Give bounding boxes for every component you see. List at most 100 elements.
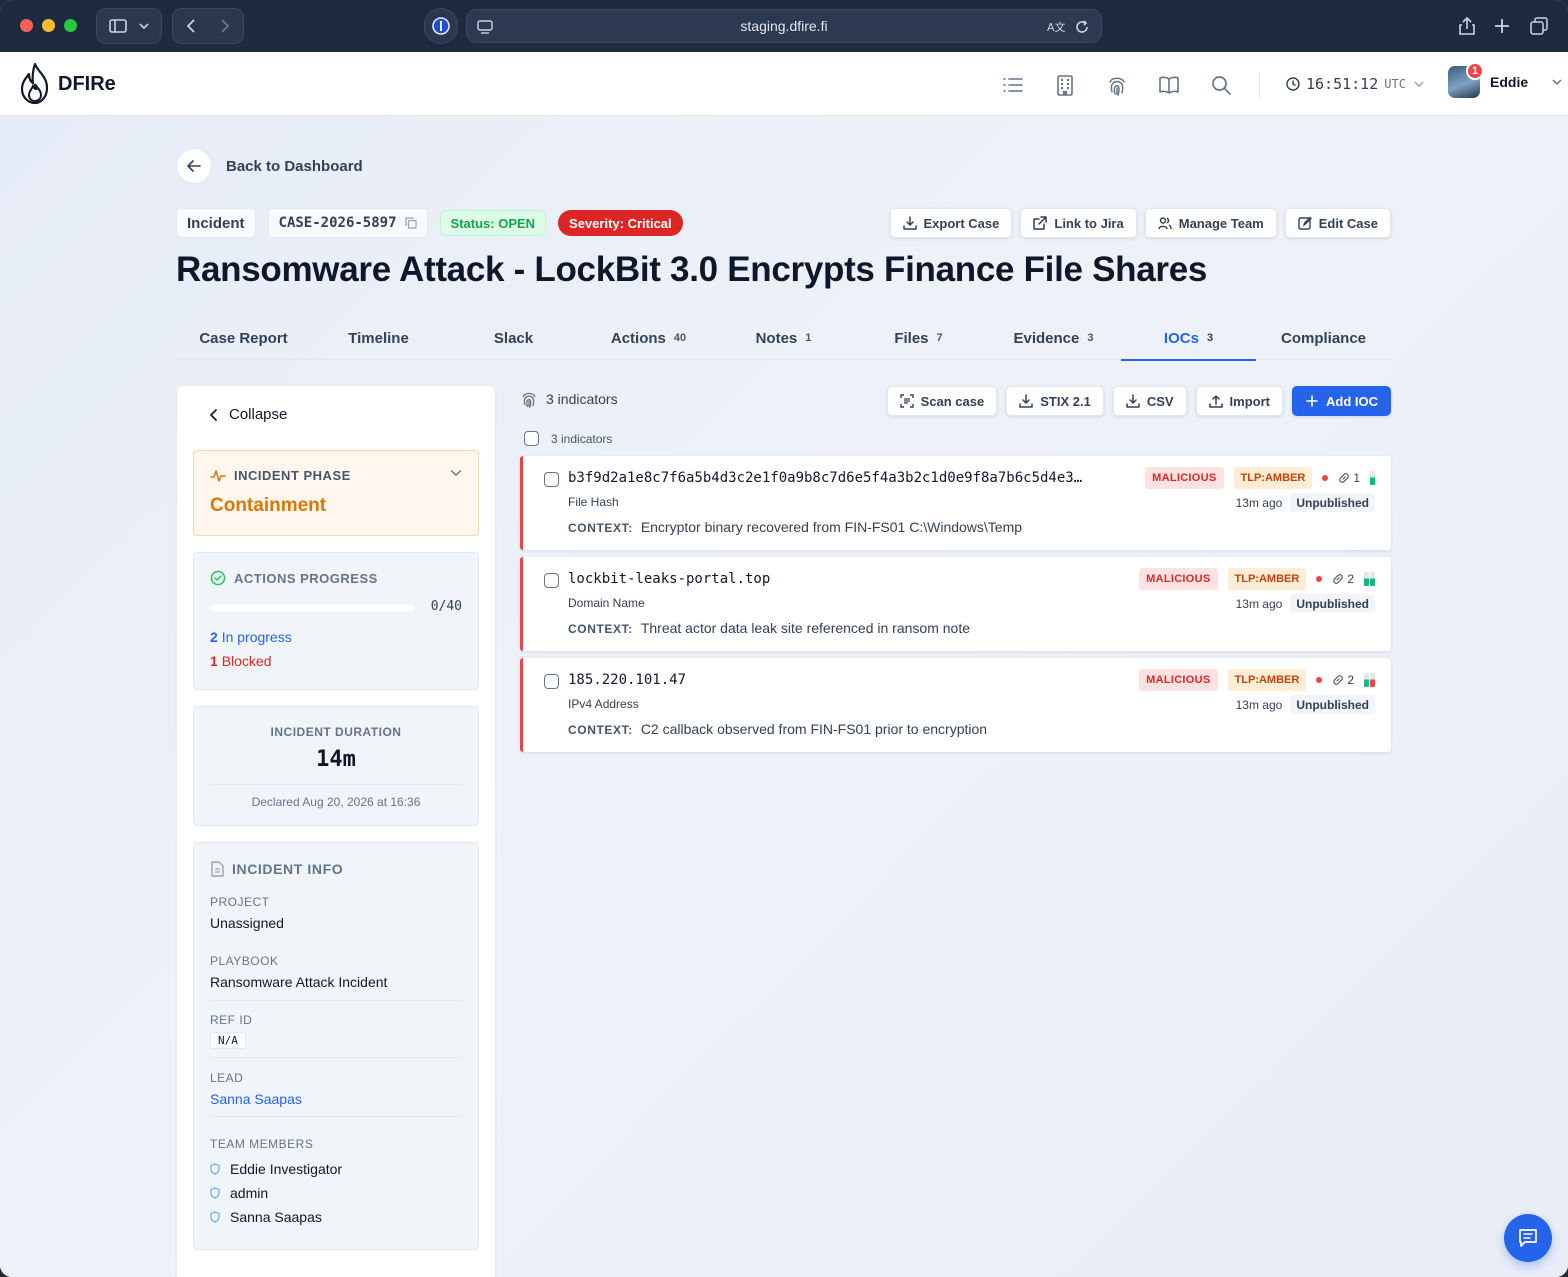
plus-icon [1306, 395, 1318, 407]
manage-team-button[interactable]: Manage Team [1144, 208, 1277, 238]
back-to-dashboard-link[interactable]: Back to Dashboard [176, 148, 363, 184]
ioc-toolbar: Scan case STIX 2.1 CSV Import Add IOC [886, 386, 1391, 416]
divider [210, 1000, 462, 1001]
copy-icon[interactable] [404, 217, 417, 229]
lead-label: LEAD [210, 1071, 244, 1085]
linked-count[interactable]: 2 [1332, 572, 1354, 586]
ioc-checkbox[interactable] [544, 472, 559, 487]
ioc-type: IPv4 Address [568, 697, 639, 711]
incident-info-label: INCIDENT INFO [232, 861, 344, 877]
select-all-checkbox[interactable] [524, 431, 539, 446]
translate-icon[interactable]: A文 [1047, 20, 1065, 34]
edit-icon [1298, 216, 1312, 230]
incident-duration-value: 14m [316, 747, 356, 772]
linked-count[interactable]: 1 [1338, 471, 1360, 485]
tab-actions[interactable]: Actions 40 [581, 316, 716, 360]
ioc-value[interactable]: lockbit-leaks-portal.top [568, 571, 770, 587]
address-bar[interactable]: staging.dfire.fi A文 [466, 9, 1102, 43]
export-case-button[interactable]: Export Case [889, 208, 1013, 238]
tab-slack[interactable]: Slack [446, 316, 581, 360]
ioc-meta: 13m ago Unpublished [1236, 493, 1375, 512]
utc-clock[interactable]: 16:51:12 UTC [1286, 75, 1424, 93]
tab-files[interactable]: Files 7 [851, 316, 986, 360]
back-arrow-icon[interactable] [186, 19, 196, 33]
case-id-chip[interactable]: CASE-2026-5897 [267, 208, 428, 238]
link-to-jira-button[interactable]: Link to Jira [1020, 208, 1137, 238]
lead-link[interactable]: Sanna Saapas [210, 1091, 462, 1107]
tlp-badge: TLP:AMBER [1227, 669, 1307, 691]
incident-phase-card[interactable]: INCIDENT PHASE Containment [193, 450, 479, 536]
zoom-window-button[interactable] [64, 19, 77, 32]
user-menu[interactable]: 1 Eddie [1448, 62, 1562, 98]
check-circle-icon [210, 570, 226, 586]
actions-progress-header: ACTIONS PROGRESS [210, 570, 378, 586]
blocked-link[interactable]: 1 Blocked [210, 653, 272, 669]
chevron-down-icon [1414, 81, 1424, 88]
context-text: C2 callback observed from FIN-FS01 prior… [640, 721, 988, 737]
reload-icon[interactable] [1075, 20, 1089, 34]
minimize-window-button[interactable] [42, 19, 55, 32]
ioc-value[interactable]: 185.220.101.47 [568, 672, 686, 688]
tab-notes[interactable]: Notes 1 [716, 316, 851, 360]
tab-compliance[interactable]: Compliance [1256, 316, 1391, 360]
page-menu-icon[interactable] [477, 20, 493, 34]
sidebar-toggle-button[interactable] [96, 8, 162, 44]
fingerprint-icon[interactable] [1106, 74, 1128, 96]
user-name: Eddie [1490, 74, 1529, 90]
scan-case-button[interactable]: Scan case [886, 386, 998, 416]
linked-count-value: 2 [1347, 572, 1354, 586]
status-dot [1316, 576, 1323, 582]
blocked-label: Blocked [221, 653, 272, 669]
in-progress-link[interactable]: 2 In progress [210, 629, 292, 645]
ref-id-value: N/A [210, 1032, 246, 1049]
tab-case-report[interactable]: Case Report [176, 316, 311, 360]
tab-overview-icon[interactable] [1530, 17, 1548, 35]
upload-icon [1208, 395, 1223, 408]
chevron-left-icon [209, 408, 217, 421]
export-stix-button[interactable]: STIX 2.1 [1006, 386, 1104, 416]
brand-logo[interactable]: DFIRe [18, 62, 116, 106]
chevron-down-icon[interactable] [450, 469, 462, 477]
add-ioc-button[interactable]: Add IOC [1292, 386, 1391, 416]
close-window-button[interactable] [20, 19, 33, 32]
new-tab-icon[interactable] [1494, 18, 1510, 34]
share-icon[interactable] [1458, 16, 1476, 36]
chat-button[interactable] [1504, 1214, 1552, 1262]
manage-team-label: Manage Team [1178, 215, 1264, 231]
ioc-checkbox[interactable] [544, 573, 559, 588]
enrichment-indicator [1364, 572, 1375, 586]
ioc-row[interactable]: b3f9d2a1e8c7f6a5b4d3c2e1f0a9b8c7d6e5f4a3… [520, 456, 1391, 550]
import-button[interactable]: Import [1195, 386, 1283, 416]
tab-evidence[interactable]: Evidence 3 [986, 316, 1121, 360]
ioc-row[interactable]: lockbit-leaks-portal.top Domain Name CONTE… [520, 557, 1391, 651]
ioc-count-label: 3 indicators [546, 391, 618, 407]
case-id: CASE-2026-5897 [278, 215, 397, 231]
collapse-button[interactable]: Collapse [209, 406, 287, 423]
ioc-value[interactable]: b3f9d2a1e8c7f6a5b4d3c2e1f0a9b8c7d6e5f4a3… [568, 470, 1082, 486]
tab-timeline[interactable]: Timeline [311, 316, 446, 360]
password-manager-button[interactable] [424, 8, 458, 44]
list-icon[interactable] [1002, 74, 1024, 96]
ioc-age: 13m ago [1235, 697, 1283, 712]
ioc-age: 13m ago [1235, 495, 1283, 510]
shield-icon [210, 1211, 220, 1223]
notification-badge[interactable]: 1 [1466, 62, 1484, 80]
linked-count[interactable]: 2 [1332, 673, 1354, 687]
ioc-checkbox[interactable] [544, 674, 559, 689]
search-icon[interactable] [1210, 74, 1232, 96]
edit-case-button[interactable]: Edit Case [1284, 208, 1391, 238]
back-button[interactable] [176, 148, 212, 184]
tab-iocs[interactable]: IOCs 3 [1121, 316, 1256, 361]
document-icon [211, 861, 224, 877]
chevron-down-icon [1552, 79, 1562, 86]
export-csv-button[interactable]: CSV [1112, 386, 1187, 416]
ioc-meta: 13m ago Unpublished [1236, 594, 1375, 613]
ioc-row[interactable]: 185.220.101.47 IPv4 Address CONTEXT: C2 cal… [520, 658, 1391, 752]
forward-arrow-icon[interactable] [220, 19, 230, 33]
scan-icon [899, 394, 914, 408]
building-icon[interactable] [1054, 74, 1076, 96]
password-manager-icon [432, 17, 450, 35]
tab-label: Files [894, 329, 929, 347]
ref-id-field: REF ID N/A [210, 1013, 462, 1049]
book-icon[interactable] [1158, 74, 1180, 96]
